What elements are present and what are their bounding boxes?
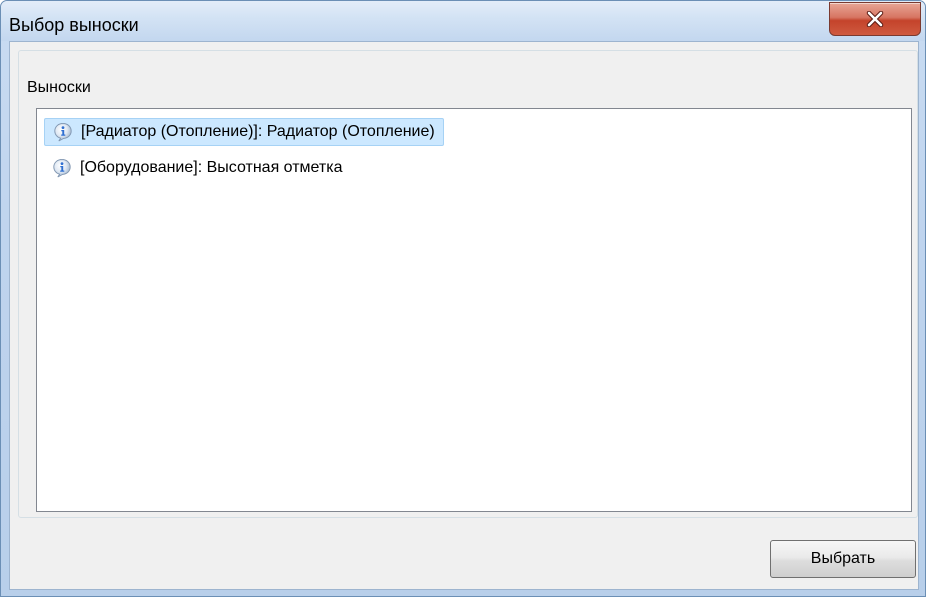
close-x-icon <box>866 11 884 27</box>
select-button[interactable]: Выбрать <box>770 540 916 578</box>
info-icon <box>53 122 73 142</box>
close-button[interactable] <box>829 2 921 36</box>
window-title: Выбор выноски <box>9 15 139 35</box>
info-icon <box>52 158 72 178</box>
list-item-label: [Радиатор (Отопление)]: Радиатор (Отопле… <box>81 123 435 140</box>
list-item[interactable]: [Радиатор (Отопление)]: Радиатор (Отопле… <box>44 118 444 146</box>
list-item-label: [Оборудование]: Высотная отметка <box>80 159 343 176</box>
callouts-group-label: Выноски <box>24 79 94 97</box>
list-item[interactable]: [Оборудование]: Высотная отметка <box>44 154 351 182</box>
title-bar[interactable]: Выбор выноски <box>1 1 925 41</box>
